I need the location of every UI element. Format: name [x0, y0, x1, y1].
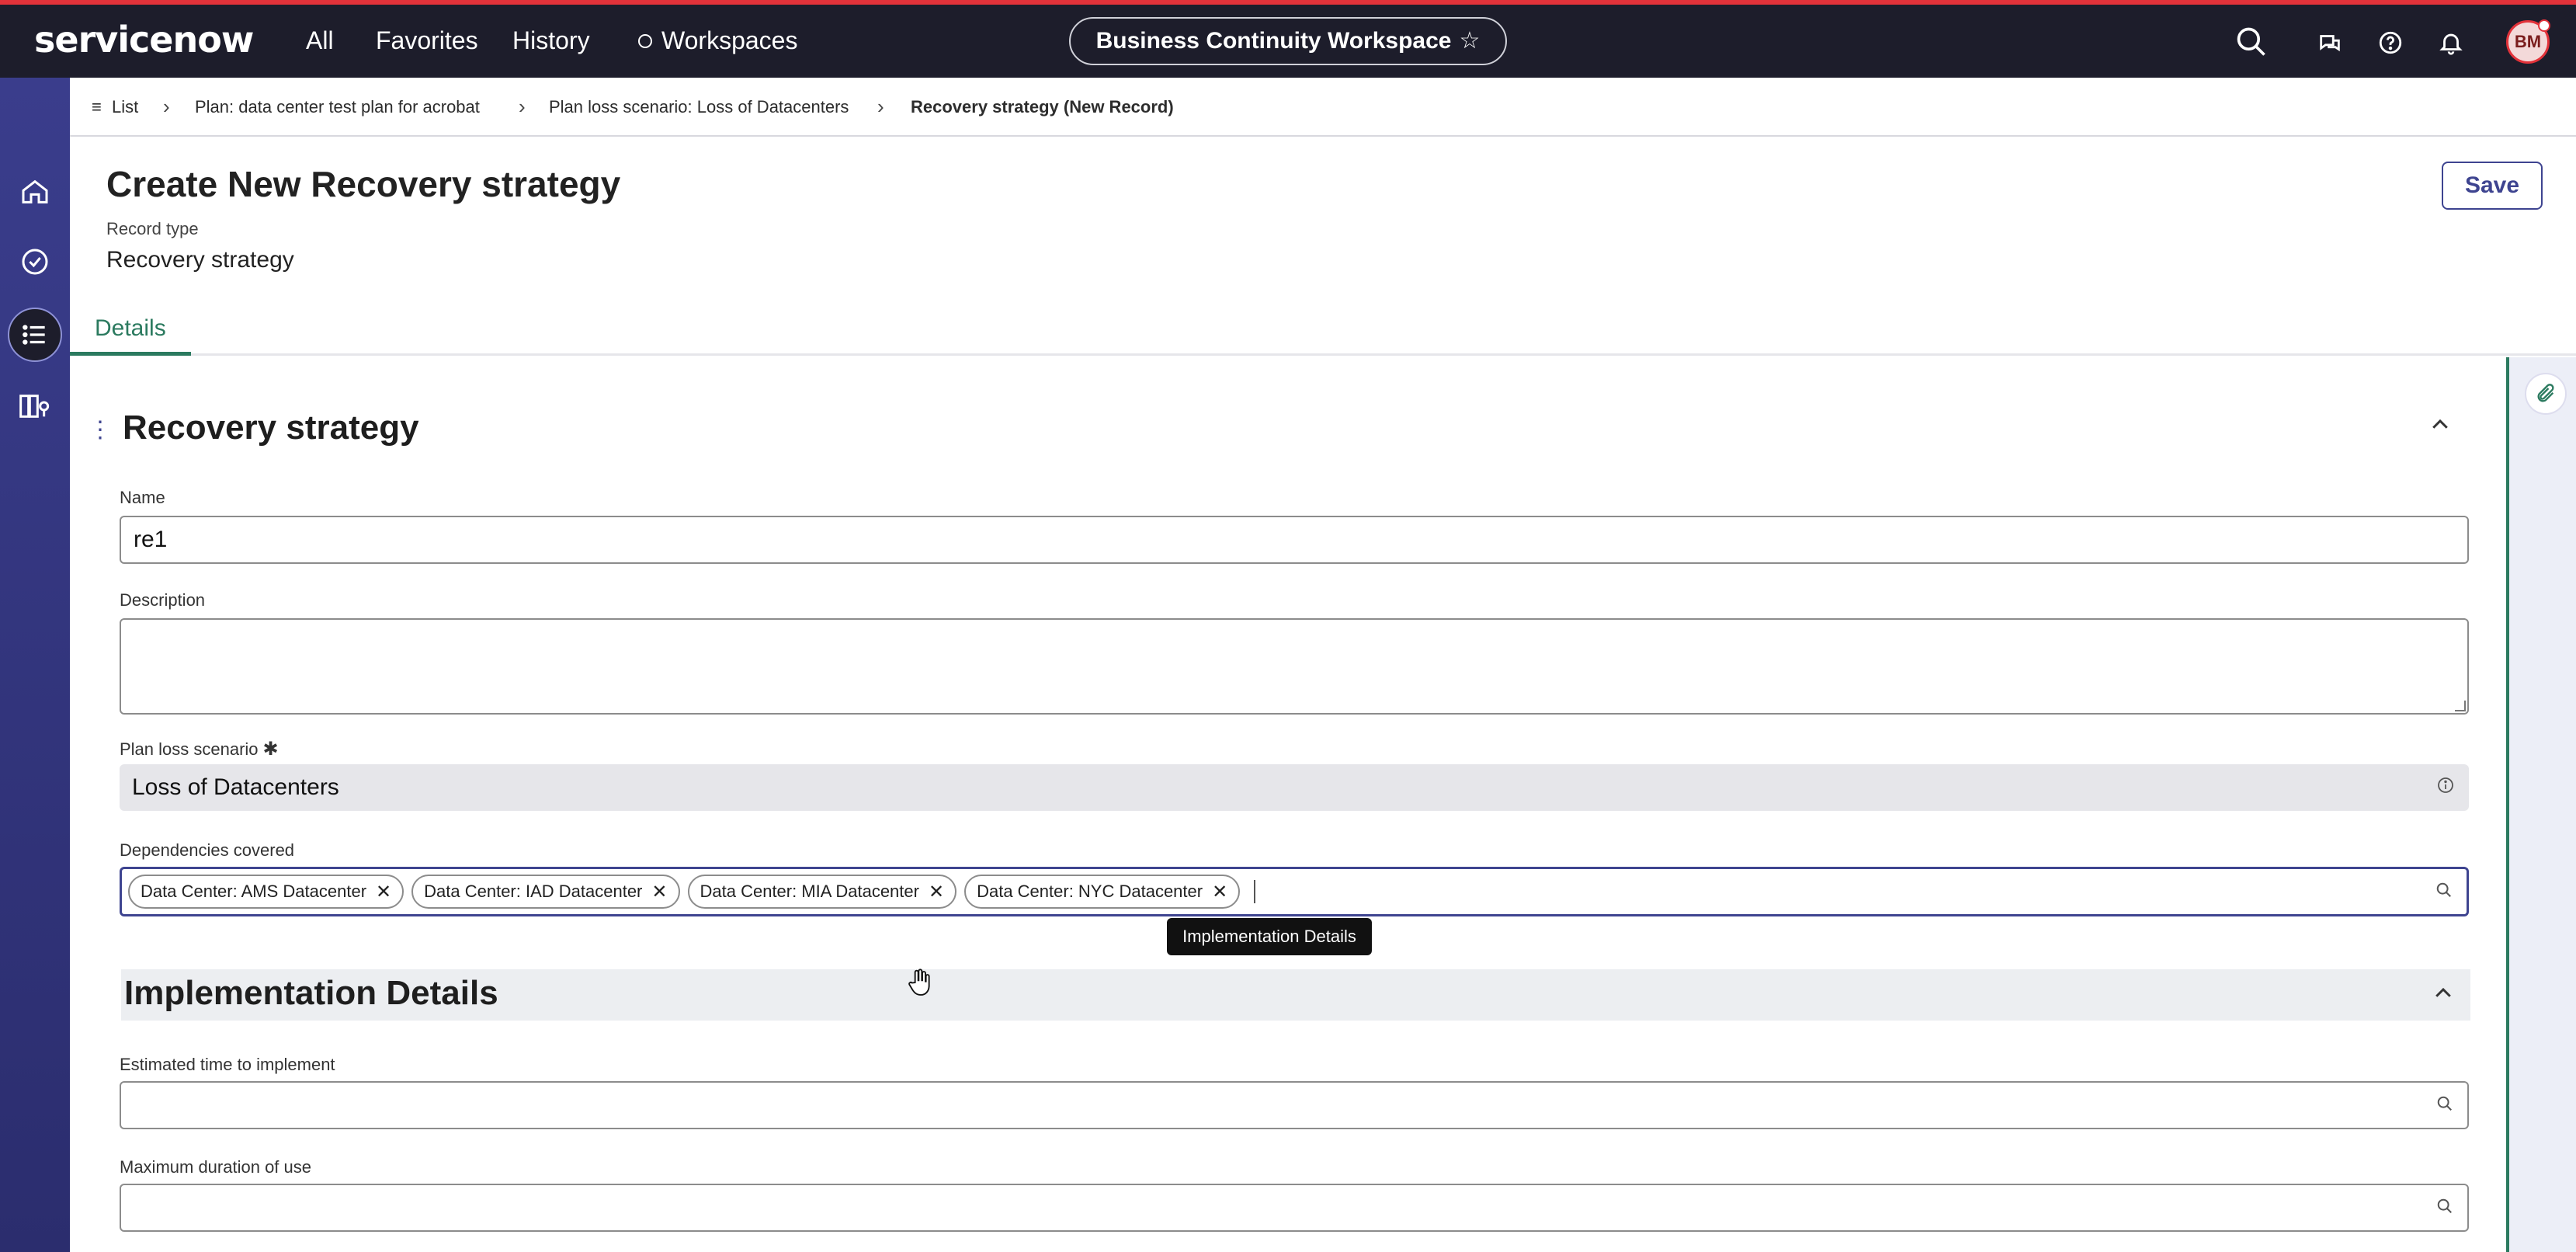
drag-handle-icon[interactable]: ⋮: [89, 416, 112, 443]
record-type-value: Recovery strategy: [106, 247, 294, 273]
chat-icon[interactable]: [2317, 30, 2343, 60]
description-field[interactable]: [120, 618, 2469, 715]
scenario-field: Loss of Datacenters: [120, 764, 2469, 811]
breadcrumb-current: Recovery strategy (New Record): [911, 97, 1174, 117]
workspace-title: Business Continuity Workspace: [1095, 28, 1452, 54]
list-menu-icon[interactable]: ≡: [92, 97, 102, 117]
book-icon[interactable]: [8, 379, 62, 433]
servicenow-logo[interactable]: servicenow: [34, 19, 254, 61]
list-icon[interactable]: [8, 308, 62, 362]
help-icon[interactable]: [2377, 30, 2404, 60]
chip-label: Data Center: NYC Datacenter: [977, 882, 1203, 901]
remove-chip-icon[interactable]: ✕: [651, 881, 667, 903]
breadcrumb-list[interactable]: List: [112, 97, 138, 117]
form-content: ⋮ Recovery strategy Name re1 Description…: [70, 357, 2506, 1252]
circle-icon: [638, 33, 652, 48]
chip-label: Data Center: IAD Datacenter: [424, 882, 643, 901]
required-icon: ✱: [262, 739, 279, 760]
hand-cursor-icon: [907, 968, 932, 1001]
avatar[interactable]: BM: [2506, 19, 2550, 64]
nav-workspaces-label: Workspaces: [661, 26, 798, 54]
right-sidebar: [2506, 357, 2576, 1252]
max-duration-label: Maximum duration of use: [120, 1157, 311, 1177]
dependency-chip: Data Center: NYC Datacenter ✕: [964, 875, 1241, 909]
description-label: Description: [120, 590, 206, 610]
dependencies-field[interactable]: Data Center: AMS Datacenter ✕ Data Center…: [120, 867, 2469, 916]
nav-workspaces[interactable]: Workspaces: [638, 26, 797, 55]
search-icon[interactable]: [2435, 878, 2453, 905]
home-icon[interactable]: [8, 165, 62, 219]
resize-handle-icon[interactable]: [2455, 701, 2466, 711]
dependency-chip: Data Center: IAD Datacenter ✕: [411, 875, 680, 909]
remove-chip-icon[interactable]: ✕: [376, 881, 391, 903]
star-icon[interactable]: ☆: [1459, 28, 1480, 54]
scenario-label: Plan loss scenario ✱: [120, 738, 279, 760]
paperclip-icon[interactable]: [2525, 373, 2567, 415]
chip-label: Data Center: AMS Datacenter: [141, 882, 367, 901]
tooltip: Implementation Details: [1167, 918, 1372, 955]
nav-history[interactable]: History: [512, 26, 590, 55]
implementation-section-header[interactable]: Implementation Details: [121, 969, 2470, 1021]
dependency-chip: Data Center: MIA Datacenter ✕: [687, 875, 957, 909]
record-type-label: Record type: [106, 219, 199, 238]
breadcrumb-plan[interactable]: Plan: data center test plan for acrobat: [195, 97, 480, 117]
search-icon[interactable]: [2436, 1195, 2453, 1221]
section-title: Recovery strategy: [123, 409, 419, 447]
breadcrumb: ≡ List › Plan: data center test plan for…: [70, 78, 2576, 137]
breadcrumb-scenario[interactable]: Plan loss scenario: Loss of Datacenters: [549, 97, 849, 117]
presence-indicator: [2538, 19, 2550, 32]
chevron-right-icon: ›: [877, 95, 884, 118]
name-field[interactable]: re1: [120, 516, 2469, 564]
estimated-time-field[interactable]: [120, 1081, 2469, 1129]
save-button[interactable]: Save: [2442, 162, 2543, 210]
remove-chip-icon[interactable]: ✕: [929, 881, 944, 903]
chevron-up-icon[interactable]: [2432, 982, 2455, 1009]
tab-details[interactable]: Details: [70, 311, 191, 356]
chevron-up-icon[interactable]: [2428, 413, 2452, 440]
dependencies-label: Dependencies covered: [120, 840, 295, 860]
search-icon[interactable]: [2436, 1092, 2453, 1118]
top-navigation-bar: servicenow All Favorites History Workspa…: [0, 0, 2576, 78]
text-cursor: [1254, 880, 1256, 903]
chip-label: Data Center: MIA Datacenter: [700, 882, 919, 901]
page-title: Create New Recovery strategy: [106, 164, 621, 204]
remove-chip-icon[interactable]: ✕: [1212, 881, 1227, 903]
record-header: Create New Recovery strategy Record type…: [70, 137, 2576, 356]
check-circle-icon[interactable]: [8, 235, 62, 289]
left-rail: [0, 78, 70, 1252]
bell-icon[interactable]: [2438, 30, 2464, 60]
workspace-selector[interactable]: Business Continuity Workspace ☆: [1069, 17, 1507, 65]
nav-all[interactable]: All: [306, 26, 334, 55]
dependency-chip: Data Center: AMS Datacenter ✕: [128, 875, 404, 909]
search-icon[interactable]: [2234, 25, 2269, 63]
chevron-right-icon: ›: [519, 95, 526, 118]
chevron-right-icon: ›: [163, 95, 170, 118]
estimated-time-label: Estimated time to implement: [120, 1055, 335, 1074]
scenario-label-text: Plan loss scenario: [120, 739, 259, 759]
implementation-title: Implementation Details: [124, 974, 498, 1012]
info-icon[interactable]: [2436, 774, 2455, 801]
avatar-initials: BM: [2514, 32, 2542, 51]
max-duration-field[interactable]: [120, 1184, 2469, 1232]
nav-favorites[interactable]: Favorites: [376, 26, 478, 55]
name-label: Name: [120, 488, 165, 507]
scenario-value: Loss of Datacenters: [132, 774, 339, 800]
name-value: re1: [134, 527, 168, 552]
